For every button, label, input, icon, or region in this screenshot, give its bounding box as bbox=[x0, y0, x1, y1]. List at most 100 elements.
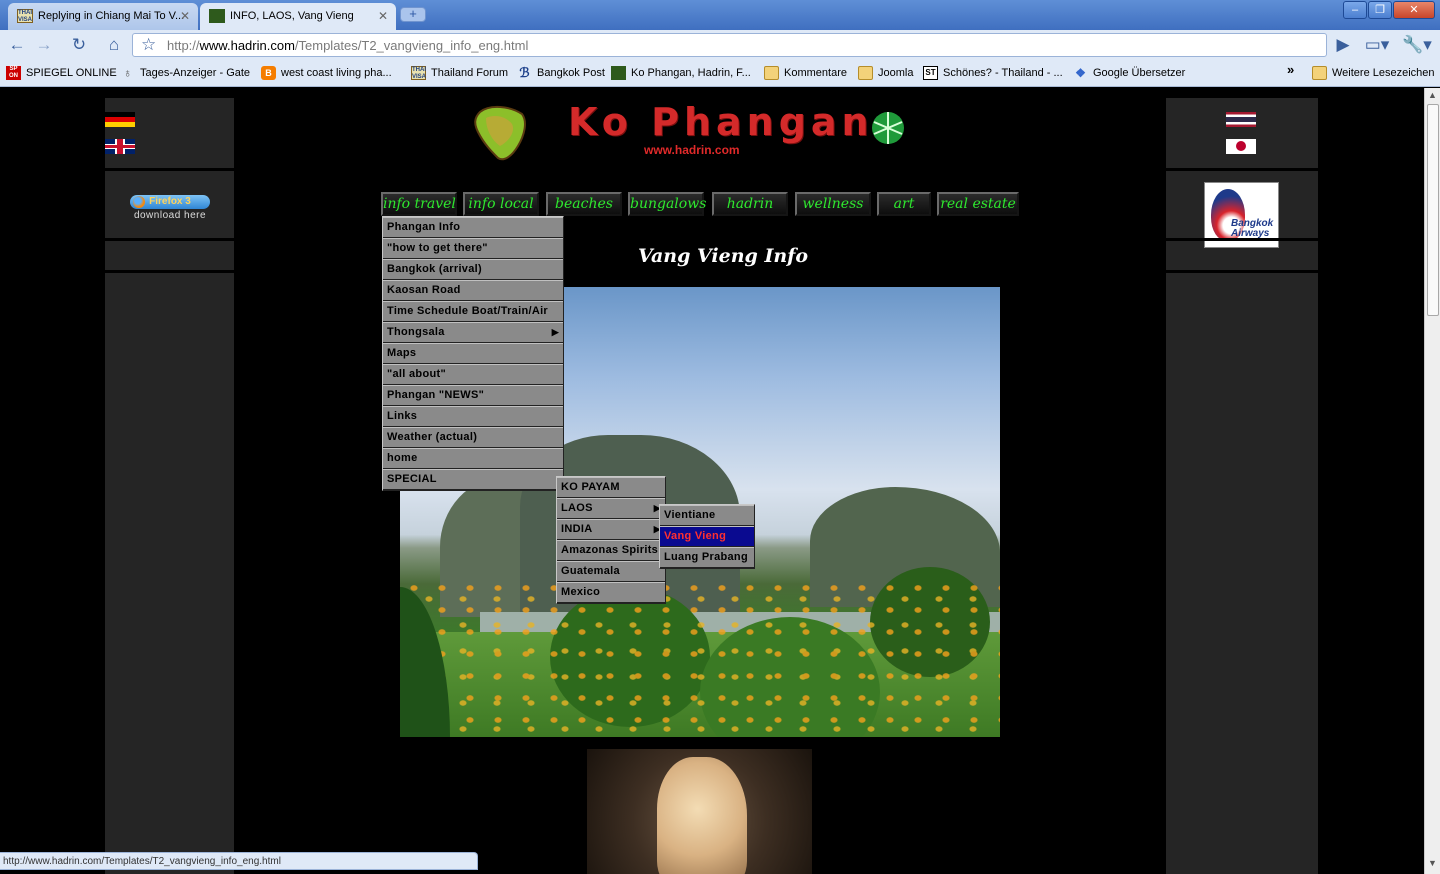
dropdown-special: KO PAYAM LAOS ▶ INDIA ▶ Amazonas Spirits G… bbox=[556, 476, 666, 604]
home-icon[interactable]: ⌂ bbox=[101, 34, 127, 56]
menu-item-time-schedule[interactable]: Time Schedule Boat/Train/Air bbox=[383, 301, 563, 322]
reload-icon[interactable]: ↻ bbox=[66, 34, 92, 56]
close-icon[interactable]: ✕ bbox=[378, 9, 388, 23]
page-heading: Vang Vieng Info bbox=[638, 245, 808, 267]
blogger-icon: B bbox=[261, 66, 276, 80]
spiegel-icon: SP ON bbox=[6, 66, 21, 80]
wrench-icon[interactable]: 🔧▾ bbox=[1400, 34, 1434, 56]
bookmark-bangkok-post[interactable]: ℬ Bangkok Post bbox=[517, 66, 605, 82]
menu-item-links[interactable]: Links bbox=[383, 406, 563, 427]
nav-wellness[interactable]: wellness bbox=[795, 192, 871, 216]
minimize-button[interactable]: – bbox=[1343, 1, 1367, 19]
scroll-down-icon[interactable]: ▼ bbox=[1428, 858, 1437, 868]
menu-item-vang-vieng[interactable]: Vang Vieng bbox=[660, 526, 754, 547]
bookmark-joomla[interactable]: Joomla bbox=[858, 66, 913, 82]
page-menu-icon[interactable]: ▭▾ bbox=[1362, 34, 1392, 56]
tab-title: Replying in Chiang Mai To V... bbox=[38, 10, 185, 22]
menu-item-india[interactable]: INDIA ▶ bbox=[557, 519, 665, 540]
bookmark-tagi[interactable]: ♁ Tages-Anzeiger - Gate bbox=[120, 66, 250, 82]
site-url[interactable]: www.hadrin.com bbox=[644, 143, 740, 157]
menu-item-luang-prabang[interactable]: Luang Prabang bbox=[660, 547, 754, 568]
menu-item-laos[interactable]: LAOS ▶ bbox=[557, 498, 665, 519]
nav-info-travel[interactable]: info travel bbox=[381, 192, 457, 216]
st-icon: ST bbox=[923, 66, 938, 80]
submenu-arrow-icon: ▶ bbox=[551, 327, 559, 337]
nav-bungalows[interactable]: bungalows bbox=[628, 192, 706, 216]
bookmark-thailand-forum[interactable]: THAI VISA Thailand Forum bbox=[411, 66, 508, 82]
scrollbar-thumb[interactable] bbox=[1427, 104, 1439, 316]
menu-item-how-to-get-there[interactable]: "how to get there" bbox=[383, 238, 563, 259]
google-icon: ❖ bbox=[1075, 66, 1086, 80]
url-text: http://www.hadrin.com/Templates/T2_vangv… bbox=[167, 38, 529, 53]
thai-flag-icon[interactable] bbox=[1226, 112, 1256, 127]
uk-flag-icon[interactable] bbox=[105, 139, 135, 154]
vertical-scrollbar[interactable]: ▲ ▼ bbox=[1424, 88, 1440, 874]
menu-item-thongsala[interactable]: Thongsala ▶ bbox=[383, 322, 563, 343]
tab-title: INFO, LAOS, Vang Vieng bbox=[230, 10, 354, 22]
menu-item-ko-payam[interactable]: KO PAYAM bbox=[557, 477, 665, 498]
chevron-more-icon[interactable]: » bbox=[1287, 62, 1294, 77]
menu-item-vientiane[interactable]: Vientiane bbox=[660, 505, 754, 526]
status-bar: http://www.hadrin.com/Templates/T2_vangv… bbox=[0, 852, 478, 870]
coconut-icon bbox=[872, 112, 904, 144]
island-map-icon bbox=[474, 106, 526, 161]
folder-icon bbox=[1312, 66, 1327, 80]
firefox-download-badge[interactable]: Firefox 3 download here bbox=[128, 191, 212, 221]
hadrin-icon bbox=[209, 9, 225, 23]
bookmark-blog[interactable]: Bwest coast living pha... bbox=[261, 66, 392, 82]
menu-item-special[interactable]: SPECIAL bbox=[383, 469, 563, 490]
folder-icon bbox=[858, 66, 873, 80]
hadrin-icon bbox=[611, 66, 626, 80]
close-window-button[interactable]: ✕ bbox=[1393, 1, 1435, 19]
thaivisa-icon: THAI VISA bbox=[411, 66, 427, 80]
tab-strip: THAI VISA Replying in Chiang Mai To V... … bbox=[0, 0, 1440, 30]
menu-item-bangkok-arrival[interactable]: Bangkok (arrival) bbox=[383, 259, 563, 280]
bangkokpost-icon: ℬ bbox=[519, 65, 530, 80]
toolbar: ← → ↻ ⌂ ☆ http://www.hadrin.com/Template… bbox=[0, 30, 1440, 60]
tab-active[interactable]: INFO, LAOS, Vang Vieng ✕ bbox=[200, 3, 396, 30]
bookmark-kommentare[interactable]: Kommentare bbox=[764, 66, 847, 82]
bookmark-spiegel[interactable]: SP ON SPIEGEL ONLINE bbox=[6, 66, 117, 82]
bookmark-ko-phangan[interactable]: Ko Phangan, Hadrin, F... bbox=[611, 66, 751, 82]
page-viewport: Firefox 3 download here Bangkok Airways … bbox=[0, 88, 1424, 874]
maximize-button[interactable]: ❐ bbox=[1368, 1, 1392, 19]
folder-icon bbox=[764, 66, 779, 80]
thaivisa-icon: THAI VISA bbox=[17, 9, 33, 23]
menu-item-weather[interactable]: Weather (actual) bbox=[383, 427, 563, 448]
menu-item-home[interactable]: home bbox=[383, 448, 563, 469]
tab-inactive[interactable]: THAI VISA Replying in Chiang Mai To V... … bbox=[8, 3, 198, 30]
menu-item-phangan-info[interactable]: Phangan Info bbox=[383, 217, 563, 238]
menu-item-kaosan-road[interactable]: Kaosan Road bbox=[383, 280, 563, 301]
go-icon[interactable]: ▶ bbox=[1330, 34, 1356, 56]
nav-hadrin[interactable]: hadrin bbox=[712, 192, 788, 216]
forward-icon[interactable]: → bbox=[31, 34, 57, 56]
scroll-up-icon[interactable]: ▲ bbox=[1428, 90, 1437, 100]
menu-item-all-about[interactable]: "all about" bbox=[383, 364, 563, 385]
star-icon[interactable]: ☆ bbox=[141, 35, 156, 55]
back-icon[interactable]: ← bbox=[4, 34, 30, 56]
nav-beaches[interactable]: beaches bbox=[546, 192, 622, 216]
address-bar[interactable]: ☆ http://www.hadrin.com/Templates/T2_van… bbox=[132, 33, 1327, 57]
german-flag-icon[interactable] bbox=[105, 112, 135, 127]
bookmarks-bar: SP ON SPIEGEL ONLINE ♁ Tages-Anzeiger - Gat… bbox=[0, 60, 1440, 87]
left-sidebar: Firefox 3 download here bbox=[105, 98, 234, 874]
dropdown-info-travel: Phangan Info "how to get there" Bangkok … bbox=[382, 216, 564, 491]
nav-real-estate[interactable]: real estate bbox=[937, 192, 1019, 216]
bookmark-google-translate[interactable]: ❖ Google Übersetzer bbox=[1073, 66, 1185, 82]
nav-info-local[interactable]: info local bbox=[463, 192, 539, 216]
other-bookmarks[interactable]: Weitere Lesezeichen bbox=[1312, 66, 1435, 82]
japan-flag-icon[interactable] bbox=[1226, 139, 1256, 154]
menu-item-amazonas-spirits[interactable]: Amazonas Spirits bbox=[557, 540, 665, 561]
close-icon[interactable]: ✕ bbox=[180, 9, 190, 23]
menu-item-mexico[interactable]: Mexico bbox=[557, 582, 665, 603]
menu-item-guatemala[interactable]: Guatemala bbox=[557, 561, 665, 582]
right-sidebar: Bangkok Airways bbox=[1166, 98, 1318, 874]
new-tab-button[interactable]: + bbox=[400, 7, 426, 22]
nav-art[interactable]: art bbox=[877, 192, 931, 216]
bookmark-schoenes-thailand[interactable]: ST Schönes? - Thailand - ... bbox=[923, 66, 1063, 82]
menu-item-maps[interactable]: Maps bbox=[383, 343, 563, 364]
tagi-icon: ♁ bbox=[123, 66, 132, 80]
firefox-icon: Firefox 3 bbox=[130, 195, 210, 209]
dropdown-laos: Vientiane Vang Vieng Luang Prabang bbox=[659, 504, 755, 569]
menu-item-phangan-news[interactable]: Phangan "NEWS" bbox=[383, 385, 563, 406]
